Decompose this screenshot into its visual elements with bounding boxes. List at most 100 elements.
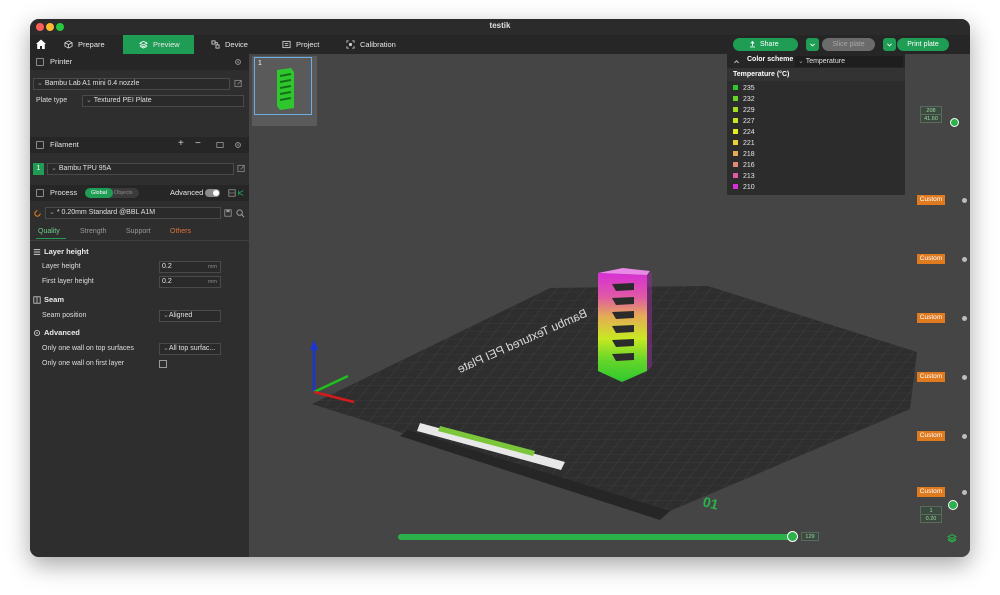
top-layer-height: 41.60 (920, 114, 942, 123)
legend-value: 224 (743, 129, 755, 136)
process-section-title: Process (50, 188, 78, 197)
tab-project[interactable]: Project (282, 35, 342, 54)
custom-gcode-tag[interactable]: Custom (917, 431, 945, 441)
gear-icon[interactable] (234, 141, 242, 149)
objects-toggle-option[interactable]: Objects (114, 188, 133, 198)
printer-select[interactable]: ⌄ Bambu Lab A1 mini 0.4 nozzle (33, 78, 230, 90)
slice-options-dropdown[interactable] (806, 38, 819, 51)
tab-strength[interactable]: Strength (80, 228, 106, 235)
home-icon[interactable] (33, 36, 49, 52)
app-window: testik Prepare Preview Device Project Ca… (30, 19, 970, 557)
chevron-down-icon: ⌄ (86, 97, 94, 104)
move-slider-value: 129 (801, 532, 819, 541)
chevron-down-icon: ⌄ (49, 209, 57, 216)
first-layer-height-input[interactable]: 0.2 mm (159, 276, 221, 288)
advanced-toggle[interactable] (205, 189, 220, 197)
legend-swatch (733, 151, 738, 156)
upload-icon (750, 41, 755, 48)
z-axis-arrow (310, 340, 318, 350)
remove-filament-button[interactable]: − (195, 136, 201, 152)
plate-type-value: Textured PEI Plate (93, 97, 152, 104)
3d-preview-viewport[interactable]: 1 Bambu Textured PEI Plate 01 Color sche… (250, 54, 970, 557)
tab-support[interactable]: Support (126, 228, 151, 235)
seam-position-label: Seam position (42, 312, 87, 319)
custom-gcode-marker[interactable] (962, 257, 967, 262)
printer-icon (36, 58, 44, 66)
tab-calibration-label: Calibration (360, 40, 396, 49)
plate-type-label: Plate type (36, 97, 68, 104)
custom-gcode-marker[interactable] (962, 198, 967, 203)
compare-icon[interactable] (228, 189, 236, 197)
tab-prepare-label: Prepare (78, 40, 105, 49)
share-button-label: Share (760, 41, 779, 48)
legend-swatch (733, 140, 738, 145)
global-toggle-option[interactable]: Global (85, 188, 113, 198)
chevron-down-icon: ⌄ (798, 58, 806, 65)
search-icon[interactable] (236, 209, 245, 218)
save-icon[interactable] (224, 209, 232, 217)
edit-icon[interactable] (234, 79, 243, 88)
one-wall-top-select[interactable]: ⌄All top surfac... (159, 343, 221, 355)
tab-preview[interactable]: Preview (123, 35, 194, 54)
seam-position-value: Aligned (168, 312, 193, 319)
one-wall-first-checkbox[interactable] (159, 360, 167, 368)
gear-icon[interactable] (234, 58, 242, 66)
seam-position-select[interactable]: ⌄Aligned (159, 310, 221, 322)
add-filament-button[interactable]: + (178, 136, 184, 152)
custom-gcode-marker[interactable] (962, 316, 967, 321)
print-plate-button[interactable]: Print plate (897, 38, 949, 51)
tab-device-label: Device (225, 40, 248, 49)
filament-section-header[interactable]: Filament + − (30, 137, 249, 153)
tab-others[interactable]: Others (170, 228, 191, 235)
chevron-up-icon[interactable] (733, 58, 740, 65)
process-icon (36, 189, 44, 197)
slice-plate-button[interactable]: Slice plate (822, 38, 875, 51)
printer-section-header[interactable]: Printer (30, 54, 249, 70)
plate-type-select[interactable]: ⌄ Textured PEI Plate (82, 95, 244, 107)
filament-slot-badge[interactable]: 1 (33, 163, 44, 175)
tab-quality-indicator (36, 238, 66, 239)
tab-quality[interactable]: Quality (38, 228, 60, 235)
custom-gcode-tag[interactable]: Custom (917, 313, 945, 323)
bottom-layer-handle[interactable] (948, 500, 958, 510)
share-button[interactable]: Share (733, 38, 798, 51)
chevron-down-icon: ⌄ (37, 80, 45, 87)
custom-gcode-marker[interactable] (962, 490, 967, 495)
layers-stack-icon[interactable] (947, 533, 957, 543)
custom-gcode-tag[interactable]: Custom (917, 254, 945, 264)
move-slider-track[interactable] (398, 534, 795, 540)
edit-icon[interactable] (237, 164, 246, 173)
legend-swatch (733, 118, 738, 123)
seam-icon (33, 296, 41, 304)
chevron-down-icon (887, 43, 892, 47)
legend-entry: 221 (733, 138, 755, 149)
color-scheme-select[interactable]: ⌄ Temperature (795, 56, 903, 67)
calibration-icon (346, 40, 355, 49)
legend-value: 229 (743, 107, 755, 114)
custom-gcode-tag[interactable]: Custom (917, 195, 945, 205)
branch-icon[interactable] (237, 189, 245, 197)
tab-prepare[interactable]: Prepare (64, 35, 122, 54)
legend-swatch (733, 184, 738, 189)
print-options-dropdown[interactable] (883, 38, 896, 51)
global-objects-toggle[interactable]: Global Objects (85, 188, 139, 198)
printer-select-value: Bambu Lab A1 mini 0.4 nozzle (44, 80, 140, 87)
process-preset-select[interactable]: ⌄ * 0.20mm Standard @BBL A1M (45, 207, 221, 219)
top-layer-handle[interactable] (950, 118, 959, 127)
legend-swatch (733, 96, 738, 101)
move-slider-handle[interactable] (787, 531, 798, 542)
legend-value: 216 (743, 162, 755, 169)
custom-gcode-tag[interactable]: Custom (917, 487, 945, 497)
tab-calibration[interactable]: Calibration (346, 35, 422, 54)
custom-gcode-marker[interactable] (962, 434, 967, 439)
layer-height-input[interactable]: 0.2 mm (159, 261, 221, 273)
tab-device[interactable]: Device (211, 35, 273, 54)
sync-icon[interactable] (216, 141, 224, 149)
device-icon (211, 40, 220, 49)
custom-gcode-tag[interactable]: Custom (917, 372, 945, 382)
custom-gcode-marker[interactable] (962, 375, 967, 380)
layer-height-label: Layer height (42, 263, 81, 270)
reset-icon[interactable] (33, 209, 42, 218)
filament-select[interactable]: ⌄ Bambu TPU 95A (47, 163, 234, 175)
advanced-group-title: Advanced (44, 328, 80, 337)
